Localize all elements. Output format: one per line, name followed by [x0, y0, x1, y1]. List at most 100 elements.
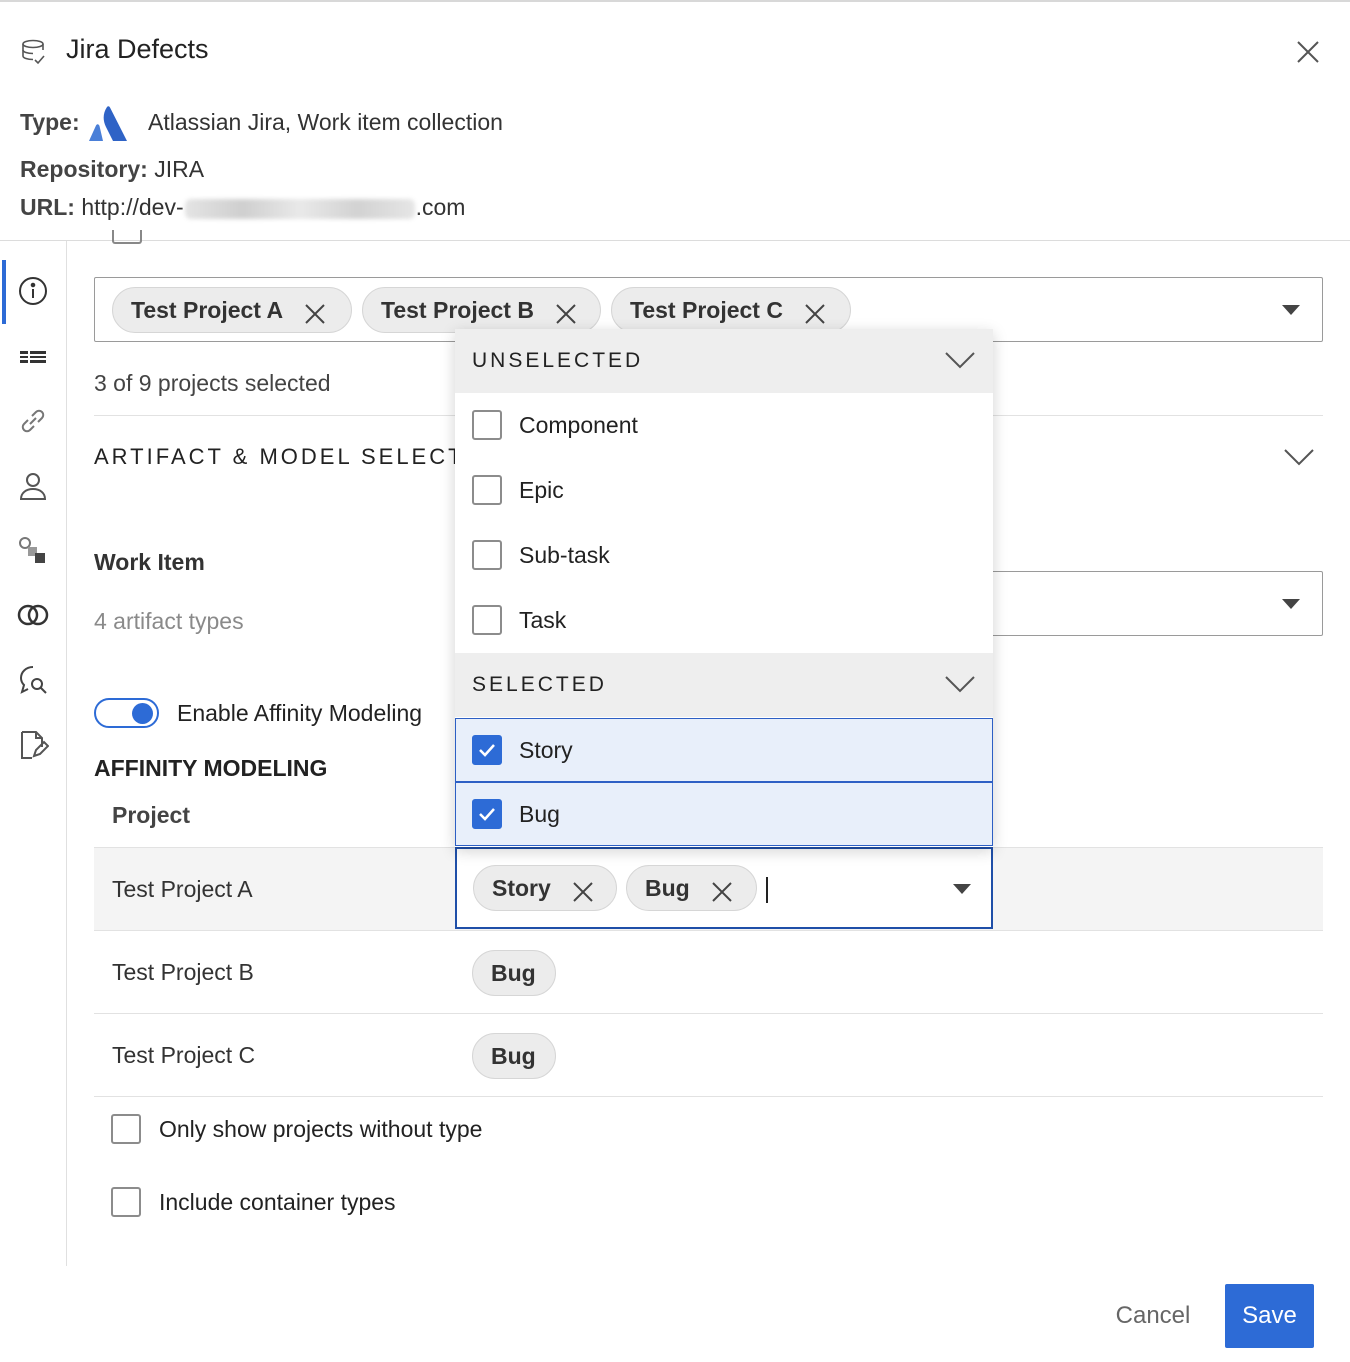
- option-label: Bug: [519, 801, 560, 827]
- shapes-icon[interactable]: [17, 535, 49, 567]
- repository-label: Repository:: [20, 156, 148, 182]
- option-label: Story: [519, 737, 573, 763]
- type-value: Atlassian Jira, Work item collection: [148, 109, 503, 135]
- section-title[interactable]: ARTIFACT & MODEL SELECTIO: [94, 444, 494, 470]
- group-label: UNSELECTED: [472, 349, 644, 372]
- option-checkbox[interactable]: [472, 410, 502, 440]
- selected-group-header[interactable]: SELECTED: [455, 653, 993, 717]
- option-item[interactable]: Story: [455, 718, 993, 782]
- close-icon[interactable]: [1292, 36, 1324, 68]
- list-icon[interactable]: [17, 341, 49, 373]
- info-icon[interactable]: [17, 275, 49, 307]
- caret-down-icon[interactable]: [953, 884, 971, 894]
- type-chip: Bug: [472, 950, 556, 996]
- option-item[interactable]: Bug: [455, 782, 993, 846]
- artifact-type-select[interactable]: Story Bug: [455, 847, 993, 929]
- project-chip[interactable]: Test Project C: [611, 287, 851, 333]
- url-row: URL: http://dev- .com: [20, 194, 465, 221]
- save-button[interactable]: Save: [1225, 1284, 1314, 1348]
- include-container-checkbox[interactable]: [111, 1187, 141, 1217]
- table-row: Test Project C Bug: [94, 1013, 1323, 1096]
- chevron-down-icon: [945, 352, 975, 369]
- chip-label: Bug: [645, 874, 690, 901]
- url-suffix: .com: [415, 194, 466, 220]
- remove-chip-icon[interactable]: [571, 880, 595, 904]
- page-title: Jira Defects: [66, 34, 209, 64]
- remove-chip-icon[interactable]: [710, 880, 734, 904]
- repository-row: Repository: JIRA: [20, 156, 204, 183]
- database-check-icon: [20, 38, 48, 66]
- jira-defects-panel: Jira Defects Type: Atlassian Jira, Work …: [0, 0, 1350, 1362]
- chevron-down-icon: [945, 676, 975, 693]
- artifact-type-dropdown: UNSELECTED Component Epic Sub-task Task …: [455, 329, 993, 847]
- remove-chip-icon[interactable]: [303, 302, 327, 326]
- row-project-name: Test Project C: [112, 1042, 256, 1068]
- partial-checkbox: [112, 230, 142, 244]
- chip-label: Bug: [491, 959, 536, 986]
- affinity-toggle[interactable]: [94, 698, 159, 728]
- option-item[interactable]: Epic: [455, 458, 993, 522]
- type-chip[interactable]: Story: [473, 865, 617, 911]
- chip-label: Test Project B: [381, 296, 534, 323]
- table-row: Test Project B Bug: [94, 930, 1323, 1013]
- row-project-name: Test Project A: [112, 876, 253, 902]
- person-icon[interactable]: [17, 470, 49, 502]
- type-label: Type:: [20, 109, 80, 135]
- unselected-group-header[interactable]: UNSELECTED: [455, 329, 993, 393]
- work-item-label: Work Item: [94, 549, 205, 575]
- chat-search-icon[interactable]: [17, 664, 49, 696]
- option-checkbox-checked[interactable]: [472, 735, 502, 765]
- repository-value: JIRA: [154, 156, 205, 182]
- option-item[interactable]: Task: [455, 588, 993, 652]
- option-item[interactable]: Sub-task: [455, 523, 993, 587]
- chip-label: Test Project C: [630, 296, 783, 323]
- toggle-knob: [132, 703, 153, 724]
- remove-chip-icon[interactable]: [803, 302, 827, 326]
- option-label: Component: [519, 412, 638, 438]
- option-checkbox-checked[interactable]: [472, 799, 502, 829]
- caret-down-icon[interactable]: [1282, 305, 1300, 315]
- caret-down-icon[interactable]: [1282, 599, 1300, 609]
- option-label: Task: [519, 607, 567, 633]
- type-chip[interactable]: Bug: [626, 865, 757, 911]
- header-divider: [0, 240, 1350, 241]
- option-item[interactable]: Component: [455, 393, 993, 457]
- chevron-down-icon[interactable]: [1284, 448, 1314, 466]
- link-icon[interactable]: [17, 405, 49, 437]
- only-without-type-label: Only show projects without type: [159, 1116, 483, 1142]
- text-cursor: [766, 877, 768, 903]
- overlap-icon[interactable]: [17, 599, 49, 631]
- remove-chip-icon[interactable]: [554, 302, 578, 326]
- option-label: Sub-task: [519, 542, 610, 568]
- check-icon: [479, 744, 495, 757]
- chip-label: Story: [492, 874, 551, 901]
- option-checkbox[interactable]: [472, 540, 502, 570]
- work-item-subtitle: 4 artifact types: [94, 608, 244, 634]
- chip-label: Test Project A: [131, 296, 284, 323]
- option-label: Epic: [519, 477, 564, 503]
- only-without-type-checkbox[interactable]: [111, 1114, 141, 1144]
- check-icon: [479, 808, 495, 821]
- project-column-header: Project: [112, 802, 190, 828]
- projects-count: 3 of 9 projects selected: [94, 370, 331, 396]
- project-chip[interactable]: Test Project A: [112, 287, 352, 333]
- group-label: SELECTED: [472, 673, 607, 696]
- type-row: Type:: [20, 109, 80, 136]
- affinity-title: AFFINITY MODELING: [94, 755, 328, 781]
- rail-active-indicator: [2, 260, 6, 324]
- include-container-label: Include container types: [159, 1189, 396, 1215]
- atlassian-logo-icon: [88, 104, 128, 144]
- option-checkbox[interactable]: [472, 475, 502, 505]
- divider: [94, 1096, 1323, 1097]
- cancel-button[interactable]: Cancel: [1098, 1284, 1208, 1348]
- document-edit-icon[interactable]: [17, 729, 50, 761]
- chip-label: Bug: [491, 1042, 536, 1069]
- work-item-select[interactable]: [940, 571, 1323, 636]
- url-label: URL:: [20, 194, 75, 220]
- url-prefix: http://dev-: [81, 194, 184, 220]
- type-chip: Bug: [472, 1033, 556, 1079]
- option-checkbox[interactable]: [472, 605, 502, 635]
- project-chip[interactable]: Test Project B: [362, 287, 601, 333]
- redacted-host: [184, 198, 415, 219]
- affinity-toggle-label: Enable Affinity Modeling: [177, 700, 423, 726]
